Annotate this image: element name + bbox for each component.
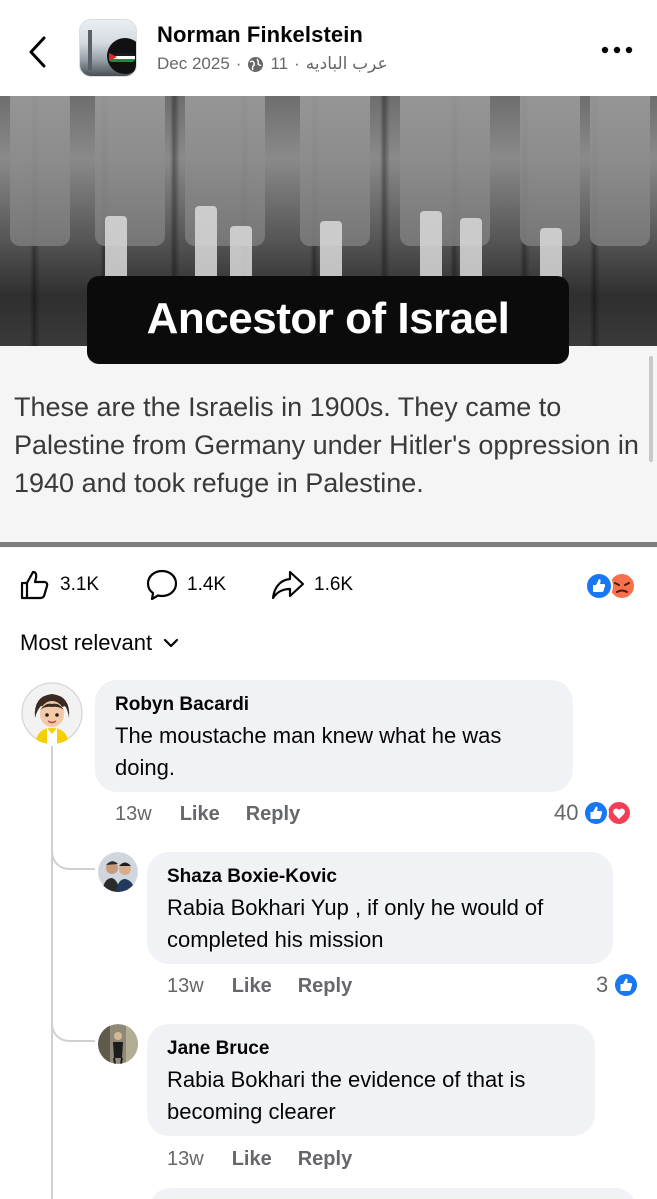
share-button[interactable]: 1.6K <box>270 568 353 602</box>
avatar[interactable] <box>98 852 138 892</box>
avatar[interactable] <box>98 1024 138 1064</box>
thread-connector <box>51 1002 95 1042</box>
comment-bubble[interactable]: Jane Bruce Rabia Bokhari the evidence of… <box>147 1024 595 1136</box>
comment-icon <box>146 569 178 601</box>
reaction-count: 40 <box>554 800 579 825</box>
comment-like-button[interactable]: Like <box>180 803 220 826</box>
more-options-button[interactable] <box>599 38 635 62</box>
like-reaction-icon <box>613 972 640 998</box>
page-avatar[interactable] <box>79 19 137 77</box>
reaction-count: 3 <box>596 972 609 997</box>
comment-button[interactable]: 1.4K <box>145 568 226 602</box>
comment-meta: 13w Like Reply <box>167 975 378 998</box>
thumbs-up-icon <box>20 570 49 600</box>
comment-text: Rabia Bokhari Yup , if only he would of … <box>167 895 544 952</box>
post-meta: Dec 2025 · 11 · عرب الباديه <box>157 54 388 74</box>
globe-icon <box>248 56 264 72</box>
reactions-summary[interactable] <box>584 571 640 601</box>
comment-like-button[interactable]: Like <box>232 1148 272 1171</box>
comment-reply-button[interactable]: Reply <box>298 1148 352 1171</box>
image-description: These are the Israelis in 1900s. They ca… <box>14 392 639 498</box>
comment-author[interactable]: Robyn Bacardi <box>115 692 553 718</box>
comment-meta: 13w Like Reply <box>167 1148 378 1171</box>
comment-reply-button[interactable]: Reply <box>246 803 300 826</box>
more-horizontal-icon <box>601 46 633 54</box>
share-icon <box>271 570 305 600</box>
comment-time[interactable]: 13w <box>167 1148 204 1171</box>
thread-line <box>51 746 53 1199</box>
love-reaction-icon <box>606 800 633 826</box>
avatar[interactable] <box>21 682 83 744</box>
image-scrollbar <box>649 356 653 462</box>
sort-comments-dropdown[interactable]: Most relevant <box>20 630 180 656</box>
comment-author[interactable]: Jane Bruce <box>167 1036 575 1062</box>
comment-like-button[interactable]: Like <box>232 975 272 998</box>
meta-separator: · <box>235 54 242 73</box>
thread-connector <box>51 830 95 870</box>
like-reaction-icon <box>585 572 613 600</box>
share-count: 1.6K <box>314 574 354 595</box>
comment-text: Rabia Bokhari the evidence of that is be… <box>167 1067 526 1124</box>
comment-time[interactable]: 13w <box>167 975 204 998</box>
comment-meta: 13w Like Reply <box>115 803 326 826</box>
meta-separator-2: · <box>294 54 300 73</box>
image-divider <box>0 542 657 547</box>
comment-bubble[interactable]: Robyn Bacardi The moustache man knew wha… <box>95 680 573 792</box>
comment-bubble[interactable]: Shaza Boxie-Kovic Rabia Bokhari Yup , if… <box>147 852 613 964</box>
comment-text: The moustache man knew what he was doing… <box>115 723 502 780</box>
author-name[interactable]: Norman Finkelstein <box>157 22 363 48</box>
back-button[interactable] <box>22 30 56 74</box>
comment-reactions[interactable]: 40 <box>554 799 634 827</box>
post-date[interactable]: Dec 2025 <box>157 54 230 74</box>
like-button[interactable]: 3.1K <box>18 568 99 602</box>
post-header: Norman Finkelstein Dec 2025 · 11 · عرب ا… <box>0 0 657 96</box>
next-comment-bubble[interactable] <box>150 1188 636 1199</box>
group-name[interactable]: عرب الباديه <box>306 54 388 74</box>
post-image[interactable]: Ancestor of Israel These are the Israeli… <box>0 96 657 548</box>
sort-label: Most relevant <box>20 630 153 655</box>
image-caption: Ancestor of Israel <box>146 294 510 343</box>
like-count: 3.1K <box>60 574 100 595</box>
comment-reactions[interactable]: 3 <box>596 971 640 999</box>
comment-time[interactable]: 13w <box>115 803 152 826</box>
comment-author[interactable]: Shaza Boxie-Kovic <box>167 864 593 890</box>
like-reaction-icon <box>583 800 610 826</box>
comment-reply-button[interactable]: Reply <box>298 975 352 998</box>
chevron-down-icon <box>163 638 179 648</box>
audience-count: 11 <box>270 54 289 73</box>
comment-count: 1.4K <box>187 574 227 595</box>
chevron-left-icon <box>29 36 46 68</box>
post-actions: 3.1K 1.4K 1.6K <box>0 560 657 608</box>
